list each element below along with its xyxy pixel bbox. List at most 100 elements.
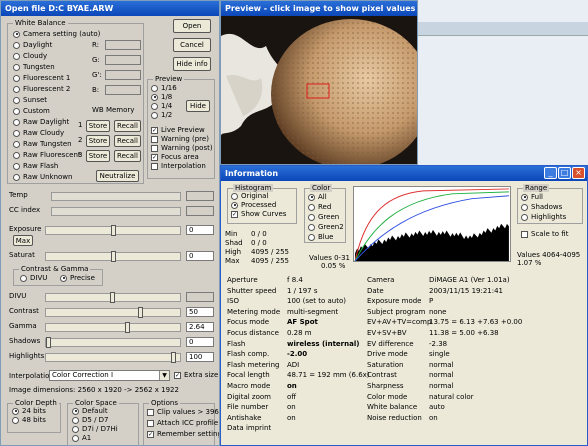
color-depth-radio-1[interactable]: 48 bits (12, 416, 46, 425)
preview-check-4[interactable]: Interpolation (151, 162, 206, 171)
neutralize-button[interactable]: Neutralize (96, 170, 139, 182)
preview-checkbox[interactable]: ✓ (151, 126, 158, 134)
wb-radio-5[interactable]: Fluorescent 2 (13, 84, 70, 95)
saturat-slider[interactable] (45, 251, 181, 262)
hide-button[interactable]: Hide (186, 100, 210, 112)
shadows-thumb[interactable] (46, 337, 51, 348)
histogram-radio-0[interactable]: Original (231, 192, 268, 201)
wb-radio-button[interactable] (13, 85, 20, 93)
maximize-icon[interactable]: □ (558, 167, 571, 179)
minimize-icon[interactable]: _ (544, 167, 557, 179)
wb-radio-button[interactable] (13, 140, 20, 148)
contrast-gamma-radio-0[interactable]: DIVU (20, 274, 47, 282)
options-checkbox[interactable] (147, 408, 154, 416)
scale-to-fit-check[interactable]: Scale to fit (521, 230, 568, 238)
gamma-slider[interactable] (45, 322, 181, 333)
open-button[interactable]: Open (173, 19, 211, 33)
preview-scale-radio-1[interactable]: 1/8 (151, 93, 172, 102)
store-button[interactable]: Store (86, 135, 110, 147)
color-radio-1[interactable]: Red (308, 202, 331, 212)
color-space-radio-button[interactable] (72, 416, 79, 424)
color-radio-button[interactable] (308, 203, 315, 211)
histogram-radio-button[interactable] (231, 192, 238, 200)
highlights-slider[interactable] (45, 352, 181, 363)
wb-radio-button[interactable] (13, 162, 20, 170)
range-radio-2[interactable]: Highlights (521, 212, 566, 222)
preview-checkbox[interactable]: ✓ (151, 153, 158, 161)
preview-scale-radio-button[interactable] (151, 84, 158, 92)
color-depth-radio-button[interactable] (12, 416, 19, 424)
color-radio-button[interactable] (308, 193, 315, 201)
wb-radio-7[interactable]: Custom (13, 106, 50, 117)
saturat-field[interactable]: 0 (186, 251, 214, 261)
contrast-gamma-radio-button[interactable] (20, 274, 27, 282)
cc-slider[interactable] (51, 207, 181, 216)
range-radio-button[interactable] (521, 203, 528, 211)
contrast-field[interactable]: 50 (186, 307, 214, 317)
wb-radio-button[interactable] (13, 118, 20, 126)
wb-radio-button[interactable] (13, 96, 20, 104)
color-radio-button[interactable] (308, 213, 315, 221)
preview-check-2[interactable]: Warning (post) (151, 144, 213, 153)
hide-info-button[interactable]: Hide info (173, 57, 211, 71)
divu-slider[interactable] (45, 292, 181, 303)
options-check-1[interactable]: Attach ICC profile (147, 418, 218, 429)
recall-button[interactable]: Recall (114, 120, 141, 132)
wb-radio-0[interactable]: Camera setting (auto) (13, 29, 100, 40)
color-depth-radio-0[interactable]: 24 bits (12, 407, 46, 416)
wb-radio-button[interactable] (13, 107, 20, 115)
wb-radio-button[interactable] (13, 63, 20, 71)
shadows-slider[interactable] (45, 337, 181, 348)
gamma-thumb[interactable] (125, 322, 130, 333)
wb-radio-9[interactable]: Raw Cloudy (13, 128, 64, 139)
max-button[interactable]: Max (13, 235, 33, 246)
wb-radio-button[interactable] (13, 52, 20, 60)
exposure-thumb[interactable] (111, 225, 116, 236)
options-check-0[interactable]: Clip values > 3965 (147, 407, 219, 418)
wb-radio-8[interactable]: Raw Daylight (13, 117, 69, 128)
wb-radio-button[interactable] (13, 74, 20, 82)
preview-scale-radio-button[interactable] (151, 102, 158, 110)
preview-scale-radio-button[interactable] (151, 93, 158, 101)
saturat-thumb[interactable] (111, 251, 116, 262)
range-radio-1[interactable]: Shadows (521, 202, 562, 212)
highlights-field[interactable]: 100 (186, 352, 214, 362)
contrast-gamma-radio-1[interactable]: Precise (60, 274, 95, 282)
recall-button[interactable]: Recall (114, 150, 141, 162)
shadows-field[interactable]: 0 (186, 337, 214, 347)
show-curves-checkbox[interactable]: ✓ (231, 210, 238, 218)
preview-image[interactable] (221, 16, 417, 164)
divu-field[interactable] (186, 292, 214, 302)
preview-scale-radio-3[interactable]: 1/2 (151, 111, 172, 120)
color-radio-4[interactable]: Blue (308, 232, 334, 242)
options-checkbox[interactable]: ✓ (147, 430, 154, 438)
color-space-radio-3[interactable]: A1 (72, 434, 91, 443)
wb-radio-button[interactable] (13, 30, 20, 38)
options-check-2[interactable]: ✓ Remember settings (147, 429, 219, 440)
histogram-radio-button[interactable] (231, 201, 238, 209)
color-radio-0[interactable]: All (308, 192, 327, 202)
wb-radio-3[interactable]: Tungsten (13, 62, 55, 73)
wb-radio-4[interactable]: Fluorescent 1 (13, 73, 70, 84)
close-icon[interactable]: × (572, 167, 585, 179)
color-space-radio-1[interactable]: D5 / D7 (72, 416, 109, 425)
show-curves-check[interactable]: ✓ Show Curves (231, 210, 286, 219)
preview-scale-radio-0[interactable]: 1/16 (151, 84, 177, 93)
preview-check-1[interactable]: Warning (pre) (151, 135, 209, 144)
preview-checkbox[interactable] (151, 144, 158, 152)
cancel-button[interactable]: Cancel (173, 38, 211, 52)
color-depth-radio-button[interactable] (12, 407, 19, 415)
color-radio-button[interactable] (308, 233, 315, 241)
color-space-radio-button[interactable] (72, 407, 79, 415)
interpolation-select[interactable]: Color Correction I ▼ (49, 370, 170, 381)
wb-radio-13[interactable]: Raw Unknown (13, 172, 72, 183)
color-radio-2[interactable]: Green (308, 212, 339, 222)
contrast-slider[interactable] (45, 307, 181, 318)
wb-radio-button[interactable] (13, 151, 20, 159)
wb-radio-10[interactable]: Raw Tungsten (13, 139, 72, 150)
store-button[interactable]: Store (86, 150, 110, 162)
color-space-radio-2[interactable]: D7i / D7Hi (72, 425, 118, 434)
preview-checkbox[interactable] (151, 162, 158, 170)
gamma-field[interactable]: 2.64 (186, 322, 214, 332)
preview-check-0[interactable]: ✓ Live Preview (151, 126, 205, 135)
